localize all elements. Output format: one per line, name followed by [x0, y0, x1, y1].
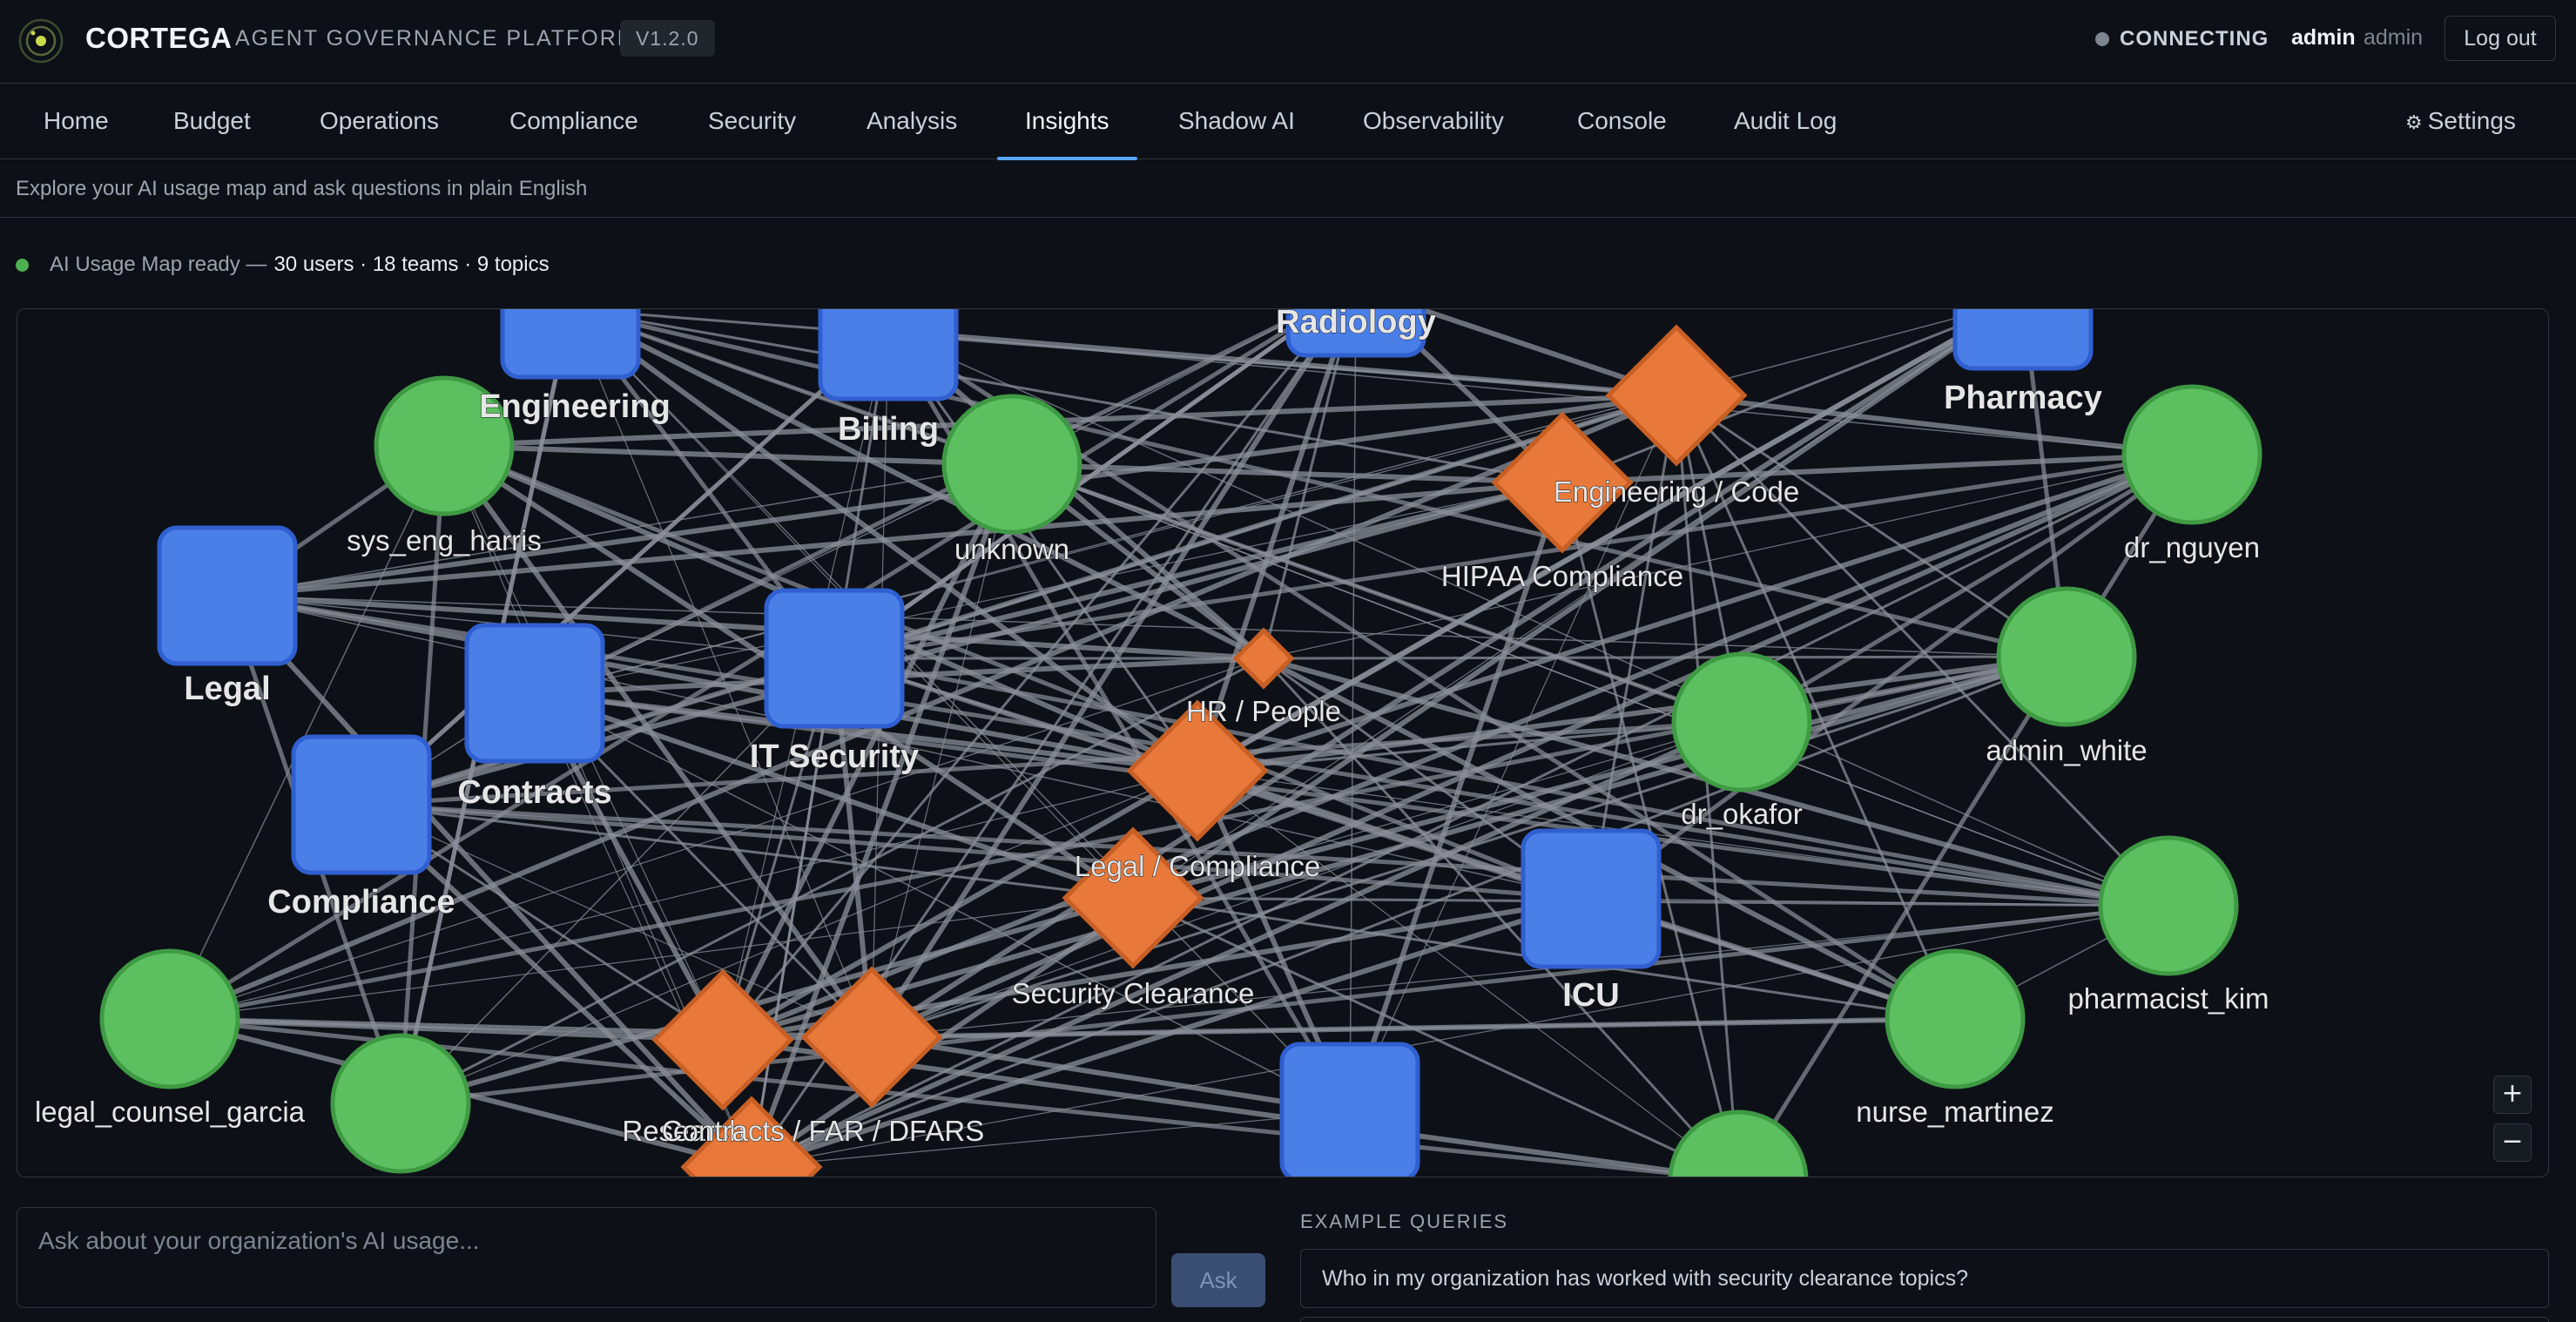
example-query-item[interactable] — [1300, 1317, 2549, 1322]
usage-map-graph[interactable]: Engineering Billing Radiology Pharmacy Legal… — [17, 308, 2549, 1177]
version-badge: V1.2.0 — [620, 20, 715, 57]
tab-budget[interactable]: Budget — [173, 84, 251, 159]
node-label: ICU — [1562, 977, 1619, 1014]
team-node[interactable] — [464, 623, 605, 764]
node-label: Engineering — [479, 388, 671, 425]
node-label: dr_nguyen — [2124, 531, 2260, 563]
graph-edge — [534, 309, 1993, 694]
team-node[interactable] — [291, 734, 432, 875]
tab-home[interactable]: Home — [44, 84, 109, 159]
node-label: HIPAA Compliance — [1441, 560, 1683, 592]
node-label: Engineering / Code — [1554, 476, 1800, 508]
user-node[interactable] — [2098, 835, 2239, 976]
user-node[interactable] — [2121, 384, 2262, 525]
zoom-in-button[interactable]: + — [2493, 1076, 2532, 1114]
connection-status: CONNECTING — [2095, 27, 2269, 51]
zoom-out-button[interactable]: − — [2493, 1123, 2532, 1162]
graph-edge — [1349, 309, 1357, 1113]
graph-edge — [750, 658, 836, 1168]
usage-map-canvas[interactable]: Engineering Billing Radiology Pharmacy Legal… — [17, 309, 2549, 1177]
team-node[interactable] — [764, 588, 905, 729]
graph-nodes — [99, 309, 2262, 1177]
settings-label: Settings — [2427, 107, 2516, 134]
top-bar: CORTEGA AGENT GOVERNANCE PLATFORM V1.2.0… — [0, 0, 2576, 84]
node-label: Pharmacy — [1944, 380, 2102, 416]
tab-analysis[interactable]: Analysis — [867, 84, 957, 159]
tab-compliance[interactable]: Compliance — [509, 84, 638, 159]
node-label: Legal / Compliance — [1075, 850, 1321, 882]
team-node[interactable] — [818, 309, 959, 401]
graph-edge — [226, 463, 1013, 597]
user-node[interactable] — [941, 394, 1082, 535]
tab-audit-log[interactable]: Audit Log — [1734, 84, 1837, 159]
logout-button[interactable]: Log out — [2445, 16, 2556, 61]
graph-edge — [361, 803, 1134, 900]
node-label: Billing — [838, 411, 939, 448]
settings-link[interactable]: ⚙ Settings — [2405, 84, 2516, 159]
tab-insights[interactable]: Insights — [997, 84, 1136, 160]
node-label: unknown — [954, 533, 1069, 565]
tab-shadow-ai[interactable]: Shadow AI — [1178, 84, 1295, 159]
node-label: Compliance — [267, 884, 455, 921]
brand-name: CORTEGA — [85, 22, 233, 54]
ask-button[interactable]: Ask — [1171, 1253, 1265, 1307]
user-node[interactable] — [99, 948, 240, 1089]
node-label: dr_okafor — [1681, 798, 1802, 830]
example-query-item[interactable]: Who in my organization has worked with s… — [1300, 1249, 2549, 1308]
main-nav: Home Budget Operations Compliance Securi… — [0, 84, 2576, 160]
team-node[interactable] — [1279, 1042, 1420, 1177]
user-node[interactable] — [1671, 651, 1812, 793]
platform-name: AGENT GOVERNANCE PLATFORM — [235, 26, 637, 51]
node-label: Radiology — [1276, 309, 1436, 341]
gear-icon: ⚙ — [2405, 111, 2423, 133]
node-label: admin_white — [1986, 734, 2147, 766]
status-text: AI Usage Map ready — — [50, 253, 267, 276]
team-node[interactable] — [1521, 828, 1662, 969]
map-status: AI Usage Map ready — 30 users · 18 teams… — [16, 253, 550, 277]
page-subtitle-bar: Explore your AI usage map and ask questi… — [0, 160, 2576, 218]
node-label: Security Clearance — [1012, 977, 1255, 1009]
node-label: HR / People — [1186, 695, 1341, 727]
status-stats: 30 users · 18 teams · 9 topics — [273, 253, 550, 276]
team-node[interactable] — [500, 309, 641, 380]
node-label: Contracts / FAR / DFARS — [662, 1115, 984, 1147]
example-queries-label: EXAMPLE QUERIES — [1300, 1211, 1509, 1232]
connection-label: CONNECTING — [2120, 27, 2269, 51]
node-label: Legal — [184, 671, 270, 707]
node-label: nurse_martinez — [1856, 1096, 2053, 1128]
graph-edge — [1263, 655, 2067, 660]
ask-input[interactable] — [17, 1207, 1157, 1308]
tab-operations[interactable]: Operations — [320, 84, 439, 159]
tab-observability[interactable]: Observability — [1363, 84, 1504, 159]
node-label: sys_eng_harris — [347, 524, 542, 556]
node-label: pharmacist_kim — [2067, 982, 2269, 1015]
user-node[interactable] — [330, 1033, 471, 1174]
tab-security[interactable]: Security — [708, 84, 796, 159]
user-role: admin — [2364, 25, 2424, 50]
tab-console[interactable]: Console — [1577, 84, 1667, 159]
node-label: Contracts — [457, 774, 611, 811]
node-label: IT Security — [750, 739, 919, 775]
user-node[interactable] — [1996, 586, 2137, 727]
team-node[interactable] — [157, 525, 298, 666]
team-node[interactable] — [1952, 309, 2094, 371]
user-name: admin — [2291, 25, 2356, 50]
node-label: legal_counsel_garcia — [35, 1096, 306, 1128]
user-node[interactable] — [1668, 1110, 1809, 1177]
status-dot-icon — [16, 258, 29, 272]
logo-icon — [18, 18, 64, 64]
user-node[interactable] — [1885, 948, 2026, 1089]
connection-dot-icon — [2095, 32, 2109, 46]
page-subtitle: Explore your AI usage map and ask questi… — [16, 177, 588, 200]
